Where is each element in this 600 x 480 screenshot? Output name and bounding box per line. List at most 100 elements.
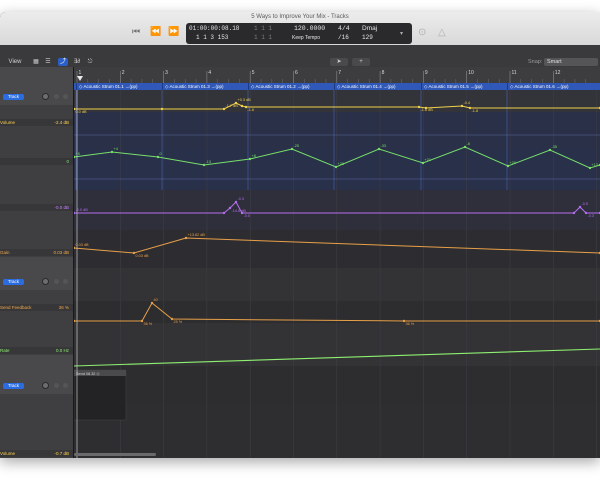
track-automation-button[interactable]: Track <box>3 383 24 389</box>
automation-parameter-row[interactable]: Gain 0.03 dB <box>0 249 73 256</box>
modulation-automation-node <box>377 147 381 151</box>
record-enable-icon[interactable] <box>54 94 59 99</box>
snap-label: Snap: <box>528 59 543 65</box>
feedback-automation-node <box>150 301 154 305</box>
modulation-automation-node <box>110 150 114 154</box>
send-automation-node <box>222 211 226 215</box>
send-automation-node <box>578 205 582 209</box>
flex-icon[interactable]: ∃∂ <box>72 58 82 66</box>
automation-value[interactable]: 36 % <box>59 304 69 311</box>
modulation-automation-label: -13 <box>206 160 212 164</box>
automation-parameter-row[interactable]: 0 <box>0 158 73 165</box>
lcd-division: /16 <box>338 34 349 41</box>
ruler-graphic: 1 2 3 4 5 6 7 8 9 10 11 12 <box>76 70 587 83</box>
automation-header[interactable]: Volume -0.7 dB <box>0 394 73 458</box>
automation-value[interactable]: -0.7 dB <box>54 450 69 457</box>
automation-header[interactable]: Volume -2.4 dB <box>0 105 73 128</box>
bar-number: 1 <box>79 70 82 76</box>
automation-header[interactable]: 0 <box>0 127 73 167</box>
automation-toggle-icon[interactable]: ⤴ <box>58 58 68 66</box>
automation-value[interactable]: -2.4 dB <box>54 119 69 126</box>
automation-header[interactable]: Send Feedback 36 % <box>0 290 73 313</box>
input-monitor-icon[interactable] <box>63 94 68 99</box>
track-header[interactable]: Track <box>0 67 73 106</box>
bar-number: 3 <box>165 70 168 76</box>
feedback-automation-label: 36 % <box>144 322 153 326</box>
pan-knob[interactable] <box>42 278 49 285</box>
modulation-automation-node <box>421 161 425 165</box>
pointer-tool-icon[interactable]: ➤ <box>330 58 348 66</box>
volume-automation-label: -1.8 <box>472 109 479 113</box>
volume-automation-label: -0.4 <box>464 101 471 105</box>
modulation-automation-label: +25 <box>510 161 516 165</box>
volume-automation-node <box>234 101 238 105</box>
automation-parameter-row[interactable]: Volume -0.7 dB <box>0 450 73 457</box>
lcd-display[interactable]: 01:00:00:08.18 1 1 3 153 1 1 1 1 1 1 120… <box>186 23 412 44</box>
tuner-icon[interactable]: ⊙ <box>418 27 426 38</box>
modulation-automation-node <box>202 163 206 167</box>
automation-parameter-row[interactable]: Rate 0.0 Hz <box>0 347 73 354</box>
automation-parameter-label: Rate <box>0 348 10 353</box>
automation-header[interactable]: -0.0 dB <box>0 166 73 213</box>
logic-window: 5 Ways to Improve Your Mix - Tracks ⏮ ⏪ … <box>0 12 600 458</box>
volume-automation-label: -1.6 <box>248 108 255 112</box>
automation-parameter-row[interactable]: Send Feedback 36 % <box>0 304 73 311</box>
control-bar: View ▦ ☰ ⤴ ∃∂ ⎋ ➤ + Snap: Smart <box>0 45 600 68</box>
automation-value[interactable]: 0.03 dB <box>53 249 69 256</box>
automation-value[interactable]: -0.0 dB <box>54 204 69 211</box>
track-automation-button[interactable]: Track <box>3 279 24 285</box>
input-monitor-icon[interactable] <box>63 383 68 388</box>
send-automation-label: -14.6 dB <box>232 209 247 213</box>
modulation-automation-node <box>463 145 467 149</box>
list-view-icon[interactable]: ☰ <box>44 58 52 66</box>
modulation-automation-node <box>248 157 252 161</box>
feedback-automation-label: 25 % <box>174 320 183 324</box>
catch-icon[interactable]: ⎋ <box>86 58 94 66</box>
fast-forward-icon[interactable]: ⏩ <box>168 26 179 36</box>
pan-knob[interactable] <box>42 382 49 389</box>
automation-parameter-row[interactable]: Volume -2.4 dB <box>0 119 73 126</box>
record-enable-icon[interactable] <box>54 279 59 284</box>
lcd-tempo-mode: Keep Tempo <box>292 35 320 41</box>
automation-parameter-row[interactable]: -0.0 dB <box>0 204 73 211</box>
rewind-icon[interactable]: ⏮ <box>132 26 140 36</box>
horizontal-scrollbar[interactable] <box>74 453 156 456</box>
tracks-area[interactable]: ◇ Acoustic Strum 01.1 →(pp) ◇ Acoustic St… <box>74 83 600 458</box>
playhead-icon <box>77 76 83 81</box>
metronome-icon[interactable]: △ <box>438 27 446 38</box>
automation-value[interactable]: 0 <box>66 158 69 165</box>
lcd-key: Dmaj <box>362 25 378 32</box>
bar-ruler[interactable]: 1 2 3 4 5 6 7 8 9 10 11 12 <box>74 67 600 84</box>
send-automation-node <box>234 200 238 204</box>
automation-header[interactable]: Gain 0.03 dB <box>0 212 73 258</box>
pan-knob[interactable] <box>42 93 49 100</box>
modulation-automation-label: -33 <box>381 144 387 148</box>
volume-automation-node <box>460 104 464 108</box>
track-automation-button[interactable]: Track <box>3 94 24 100</box>
send-automation-label: -0.0 <box>244 214 251 218</box>
view-menu[interactable]: View <box>8 58 22 66</box>
volume-automation-label: -1.7 dB <box>226 104 239 108</box>
bar-number: 6 <box>295 70 298 76</box>
snap-select[interactable]: Smart <box>544 58 598 66</box>
pencil-tool-icon[interactable]: + <box>352 58 370 66</box>
track-header[interactable]: Track <box>0 355 73 395</box>
automation-value[interactable]: 0.0 Hz <box>56 347 69 354</box>
go-back-icon[interactable]: ⏪ <box>150 26 161 36</box>
automation-lanes[interactable]: 0.0 dB-1.7 dB+0.3 dB-1.6 -1.6 dB-0.4-1.8+… <box>74 83 600 458</box>
modulation-automation-label: +21 <box>425 158 431 162</box>
track-header[interactable]: Track <box>0 257 73 291</box>
title-bar: 5 Ways to Improve Your Mix - Tracks ⏮ ⏪ … <box>0 12 600 46</box>
modulation-automation-node <box>156 155 160 159</box>
automation-header[interactable]: Rate 0.0 Hz <box>0 312 73 356</box>
bar-number: 10 <box>468 70 474 76</box>
input-monitor-icon[interactable] <box>63 279 68 284</box>
lcd-dropdown-icon[interactable]: ▾ <box>400 30 403 38</box>
record-enable-icon[interactable] <box>54 383 59 388</box>
lcd-time: 01:00:00:08.18 <box>189 25 240 32</box>
modulation-automation-label: -8 <box>467 142 470 146</box>
volume-automation-node <box>222 107 226 111</box>
grid-view-icon[interactable]: ▦ <box>32 58 40 66</box>
track-headers: Track Volume -2.4 dB 0 -0.0 dB Gain 0.03 dB Tra… <box>0 67 74 458</box>
modulation-automation-label: +8 <box>252 154 256 158</box>
